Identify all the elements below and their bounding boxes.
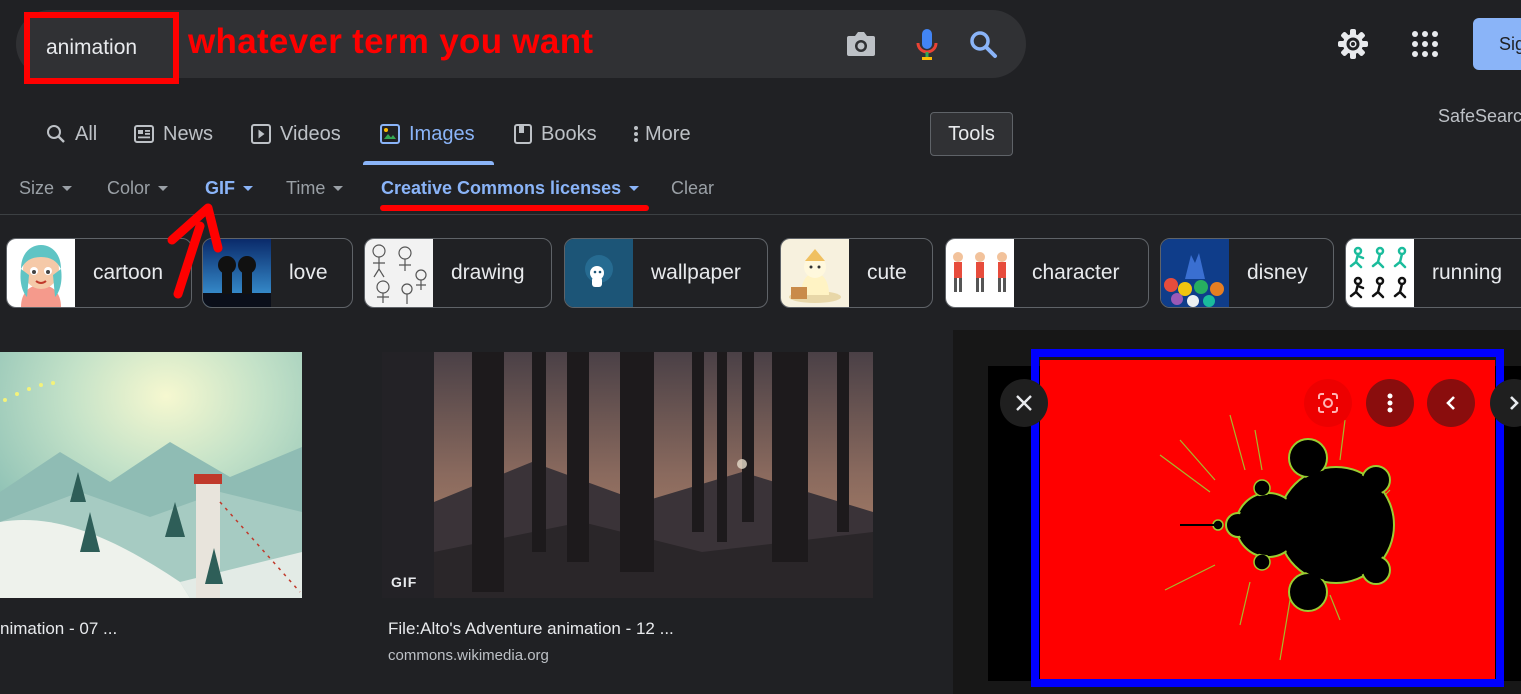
chip-label: character — [1032, 261, 1120, 284]
tab-label: Books — [541, 122, 597, 145]
tab-label: More — [645, 122, 691, 145]
filter-label: Clear — [671, 177, 715, 198]
previous-button[interactable] — [1427, 379, 1475, 427]
caret-down-icon — [333, 185, 344, 191]
mic-icon[interactable] — [910, 27, 944, 61]
search-query-text: animation — [46, 36, 138, 59]
chip-cute[interactable]: cute — [780, 238, 933, 308]
tab-label: Videos — [280, 122, 341, 145]
chip-label: wallpaper — [651, 261, 741, 284]
filter-label: Size — [19, 177, 55, 198]
annotation-underline — [380, 205, 649, 211]
result-source[interactable]: commons.wikimedia.org — [388, 647, 549, 664]
video-icon — [251, 124, 271, 144]
tab-label: News — [163, 122, 214, 145]
chip-thumbnail — [565, 239, 633, 307]
camera-icon[interactable] — [844, 27, 878, 61]
result-title[interactable]: File:Alto's Adventure animation - 12 ... — [388, 619, 674, 639]
filter-time[interactable]: Time — [286, 175, 344, 201]
more-vert-icon — [634, 126, 638, 142]
chevron-left-icon — [1446, 396, 1455, 410]
chip-character[interactable]: character — [945, 238, 1149, 308]
filter-label: Creative Commons licenses — [381, 177, 622, 198]
annotation-text: whatever term you want — [188, 22, 594, 61]
caret-down-icon — [243, 185, 253, 191]
caret-down-icon — [62, 185, 73, 191]
chip-label: love — [289, 261, 328, 284]
result-image[interactable] — [382, 352, 873, 598]
annotation-arrow — [167, 203, 223, 299]
tools-button[interactable]: Tools — [930, 112, 1013, 156]
chip-disney[interactable]: disney — [1160, 238, 1334, 308]
chip-wallpaper[interactable]: wallpaper — [564, 238, 768, 308]
lens-button[interactable] — [1304, 379, 1352, 427]
tab-videos[interactable]: Videos — [251, 118, 341, 150]
more-vert-icon — [1387, 393, 1393, 413]
chip-thumbnail — [781, 239, 849, 307]
filter-label: Color — [107, 177, 151, 198]
gear-icon[interactable] — [1336, 27, 1370, 61]
apps-grid-icon[interactable] — [1408, 27, 1442, 61]
chip-thumbnail — [1161, 239, 1229, 307]
filter-gif[interactable]: GIF — [205, 175, 253, 201]
lens-icon — [1318, 393, 1338, 413]
tab-label: Images — [409, 122, 475, 145]
tab-more[interactable]: More — [633, 118, 691, 150]
caret-down-icon — [629, 185, 640, 191]
caret-down-icon — [158, 185, 169, 191]
chip-thumbnail — [1346, 239, 1414, 307]
close-icon — [1016, 395, 1032, 411]
chip-running[interactable]: running — [1345, 238, 1521, 308]
search-input[interactable]: animation — [24, 12, 179, 84]
search-icon[interactable] — [966, 27, 1000, 61]
filter-label: Time — [286, 177, 326, 198]
close-button[interactable] — [1000, 379, 1048, 427]
chip-thumbnail — [946, 239, 1014, 307]
news-icon — [134, 125, 154, 143]
tab-news[interactable]: News — [134, 118, 213, 150]
safesearch-link[interactable]: SafeSearc — [1438, 106, 1521, 127]
tab-images[interactable]: Images — [380, 118, 475, 150]
chip-label: running — [1432, 261, 1503, 284]
image-icon — [380, 124, 400, 144]
result-image[interactable] — [0, 352, 302, 598]
filter-creative-commons[interactable]: Creative Commons licenses — [381, 175, 640, 201]
result-thumbnail — [0, 352, 302, 598]
tab-books[interactable]: Books — [514, 118, 597, 150]
book-icon — [514, 124, 532, 144]
result-thumbnail — [382, 352, 873, 598]
filter-size[interactable]: Size — [19, 175, 73, 201]
sign-in-button[interactable]: Sig — [1473, 18, 1521, 70]
chip-thumbnail — [365, 239, 433, 307]
filter-clear[interactable]: Clear — [671, 175, 714, 201]
chip-label: disney — [1247, 261, 1308, 284]
more-options-button[interactable] — [1366, 379, 1414, 427]
tab-label: All — [75, 122, 98, 145]
gif-badge: GIF — [391, 574, 418, 590]
chip-label: cute — [867, 261, 907, 284]
filter-color[interactable]: Color — [107, 175, 169, 201]
active-tab-indicator — [363, 161, 494, 165]
chip-thumbnail — [7, 239, 75, 307]
tab-all[interactable]: All — [46, 118, 97, 150]
chevron-right-icon — [1510, 396, 1519, 410]
search-icon — [47, 125, 65, 143]
result-title[interactable]: nimation - 07 ... — [0, 619, 117, 639]
chip-drawing[interactable]: drawing — [364, 238, 552, 308]
filter-label: GIF — [205, 177, 235, 198]
chip-label: drawing — [451, 261, 525, 284]
